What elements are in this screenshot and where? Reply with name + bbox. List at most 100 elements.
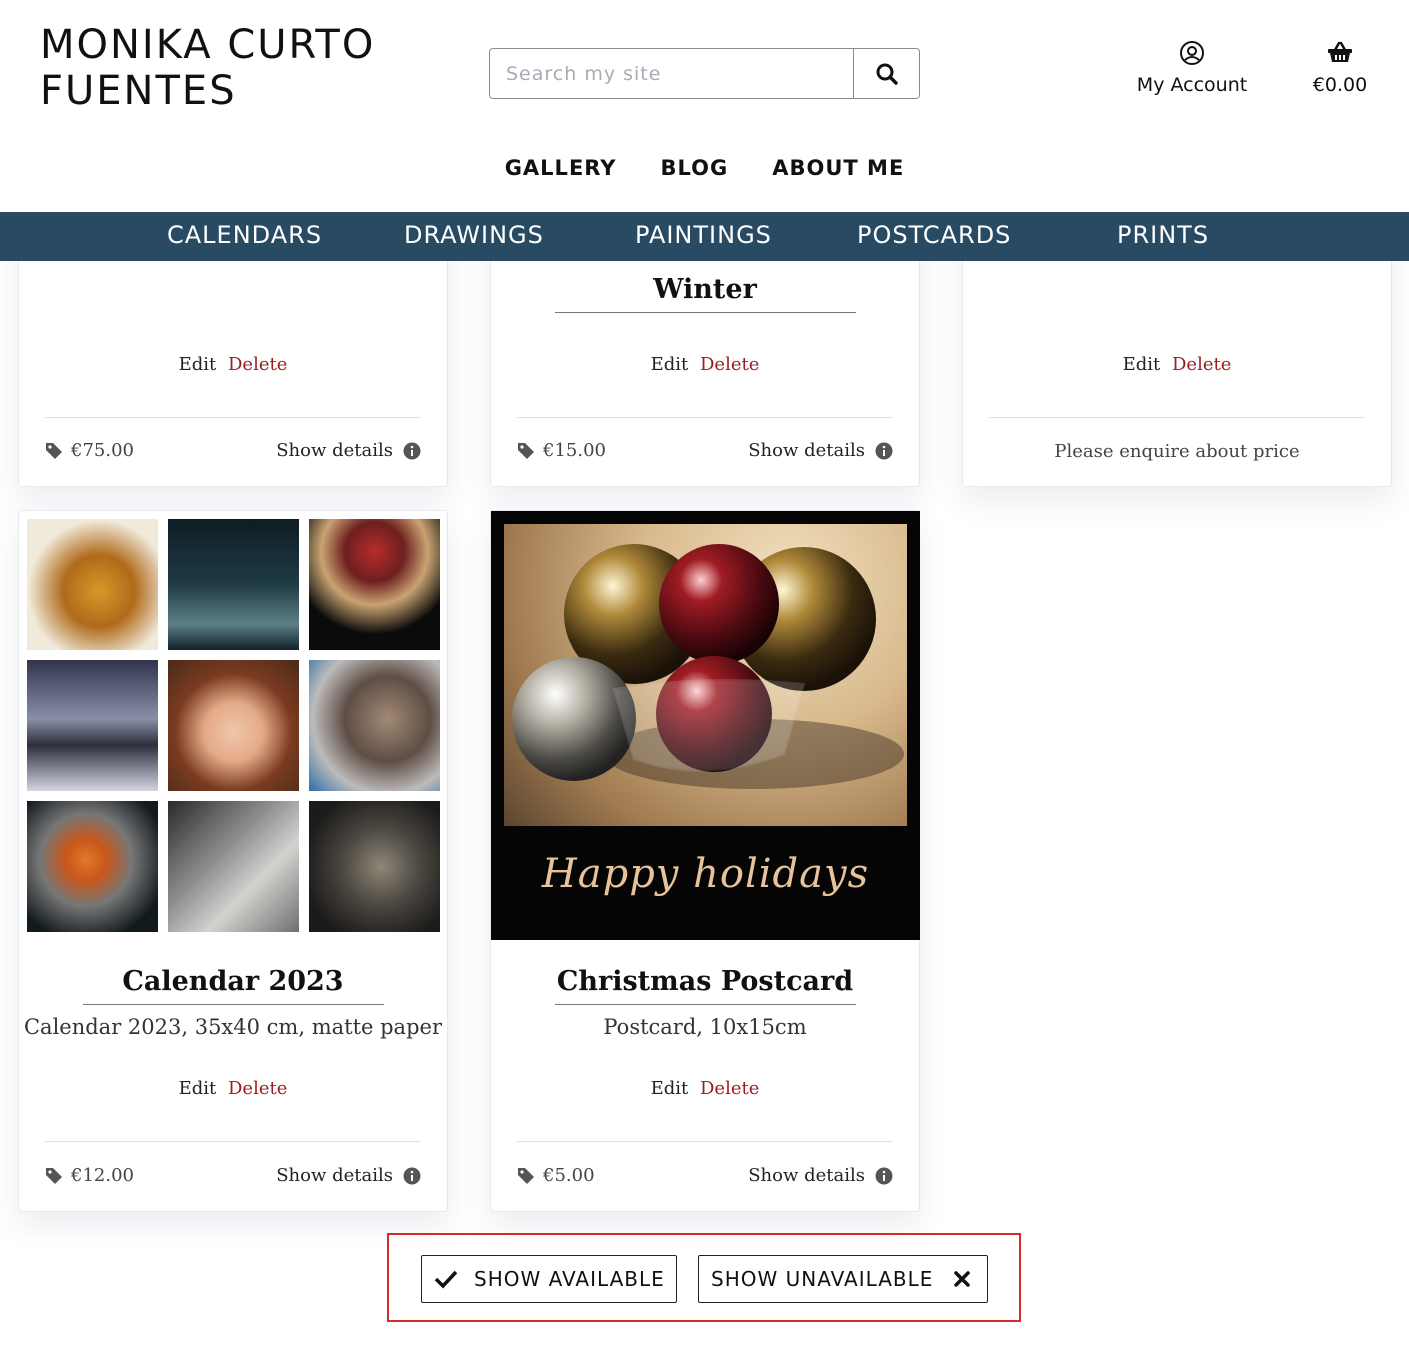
my-account-link[interactable]: My Account [1126,40,1258,96]
category-postcards[interactable]: POSTCARDS [857,221,1011,249]
thumb-still-life [309,660,440,791]
delete-link[interactable]: Delete [700,1078,759,1099]
site-logo[interactable]: MONIKA CURTO FUENTES [40,22,375,114]
cart-total: €0.00 [1312,74,1368,96]
product-card: Happy holidays Christmas Postcard Postca… [490,510,920,1212]
show-details-link[interactable]: Show details [276,1165,421,1186]
thumb-oranges [27,801,158,932]
product-image[interactable]: Happy holidays [491,511,920,940]
search-icon [876,63,898,85]
check-icon [434,1270,458,1289]
edit-link[interactable]: Edit [179,354,217,375]
card-divider [517,417,893,418]
show-details-label: Show details [276,440,393,461]
availability-filter: SHOW AVAILABLE SHOW UNAVAILABLE [387,1233,1021,1322]
product-title[interactable]: Calendar 2023 [19,966,447,997]
show-unavailable-button[interactable]: SHOW UNAVAILABLE [698,1255,988,1303]
baubles-illustration [512,544,904,789]
logo-line-1: MONIKA CURTO [40,22,376,68]
site-header: MONIKA CURTO FUENTES My Account [0,0,1409,212]
show-details-link[interactable]: Show details [276,440,421,461]
category-calendars[interactable]: CALENDARS [167,221,322,249]
price-tag-icon [518,442,534,459]
price-tag-icon [518,1167,534,1184]
thumb-city-rain [168,519,299,650]
info-icon [875,442,893,459]
admin-actions: Edit Delete [19,354,447,375]
edit-link[interactable]: Edit [651,354,689,375]
delete-link[interactable]: Delete [1172,354,1231,375]
category-drawings[interactable]: DRAWINGS [404,221,544,249]
price-tag-icon [46,1167,62,1184]
delete-link[interactable]: Delete [228,354,287,375]
info-icon [875,1167,893,1184]
admin-actions: Edit Delete [19,1078,447,1099]
show-details-label: Show details [748,440,865,461]
thumb-portrait [168,660,299,791]
nav-about-me[interactable]: ABOUT ME [772,156,904,180]
happy-holidays-text: Happy holidays [541,851,870,897]
edit-link[interactable]: Edit [179,1078,217,1099]
show-unavailable-label: SHOW UNAVAILABLE [711,1267,934,1291]
basket-icon [1328,41,1352,62]
price-value: €15.00 [543,440,606,461]
card-divider [517,1141,893,1142]
product-price: €75.00 [45,440,134,461]
christmas-baubles-painting [504,524,907,826]
title-underline [555,312,856,313]
nav-blog[interactable]: BLOG [661,156,729,180]
card-divider [989,417,1365,418]
show-details-label: Show details [276,1165,393,1186]
info-icon [403,1167,421,1184]
show-details-label: Show details [748,1165,865,1186]
product-image[interactable] [27,519,440,932]
search-button[interactable] [853,49,919,98]
show-available-label: SHOW AVAILABLE [474,1267,665,1291]
admin-actions: Edit Delete [963,354,1391,375]
product-price: €5.00 [517,1165,595,1186]
product-card: Calendar 2023 Calendar 2023, 35x40 cm, m… [18,510,448,1212]
title-underline [555,1004,856,1005]
thumb-mother-child [168,801,299,932]
show-available-button[interactable]: SHOW AVAILABLE [421,1255,677,1303]
cart-link[interactable]: €0.00 [1300,40,1380,96]
info-icon [403,442,421,459]
product-price: €15.00 [517,440,606,461]
thumb-cat [309,801,440,932]
price-value: €5.00 [543,1165,595,1186]
product-title[interactable]: Christmas Postcard [491,966,919,997]
category-paintings[interactable]: PAINTINGS [635,221,772,249]
delete-link[interactable]: Delete [228,1078,287,1099]
thumb-hare [27,519,158,650]
show-details-link[interactable]: Show details [748,440,893,461]
admin-actions: Edit Delete [491,1078,919,1099]
price-value: €12.00 [71,1165,134,1186]
main-nav: GALLERY BLOG ABOUT ME [0,156,1409,180]
title-underline [83,1004,384,1005]
product-title[interactable]: Winter [491,274,919,305]
edit-link[interactable]: Edit [651,1078,689,1099]
logo-line-2: FUENTES [40,68,237,114]
category-prints[interactable]: PRINTS [1117,221,1209,249]
price-tag-icon [46,442,62,459]
card-divider [45,1141,421,1142]
thumb-winter-landscape [27,660,158,791]
product-description: Calendar 2023, 35x40 cm, matte paper [23,1015,442,1039]
nav-gallery[interactable]: GALLERY [505,156,617,180]
category-nav: CALENDARS DRAWINGS PAINTINGS POSTCARDS P… [0,212,1409,261]
show-details-link[interactable]: Show details [748,1165,893,1186]
thumb-woman-headscarf [309,519,440,650]
user-circle-icon [1180,41,1204,65]
card-divider [45,417,421,418]
product-description: Postcard, 10x15cm [603,1015,807,1039]
search-input[interactable] [490,49,853,98]
price-value: €75.00 [71,440,134,461]
price-enquire-note: Please enquire about price [1054,441,1300,462]
edit-link[interactable]: Edit [1123,354,1161,375]
product-price: €12.00 [45,1165,134,1186]
delete-link[interactable]: Delete [700,354,759,375]
close-icon [954,1271,971,1287]
search-form [489,48,920,99]
my-account-label: My Account [1136,74,1248,96]
admin-actions: Edit Delete [491,354,919,375]
